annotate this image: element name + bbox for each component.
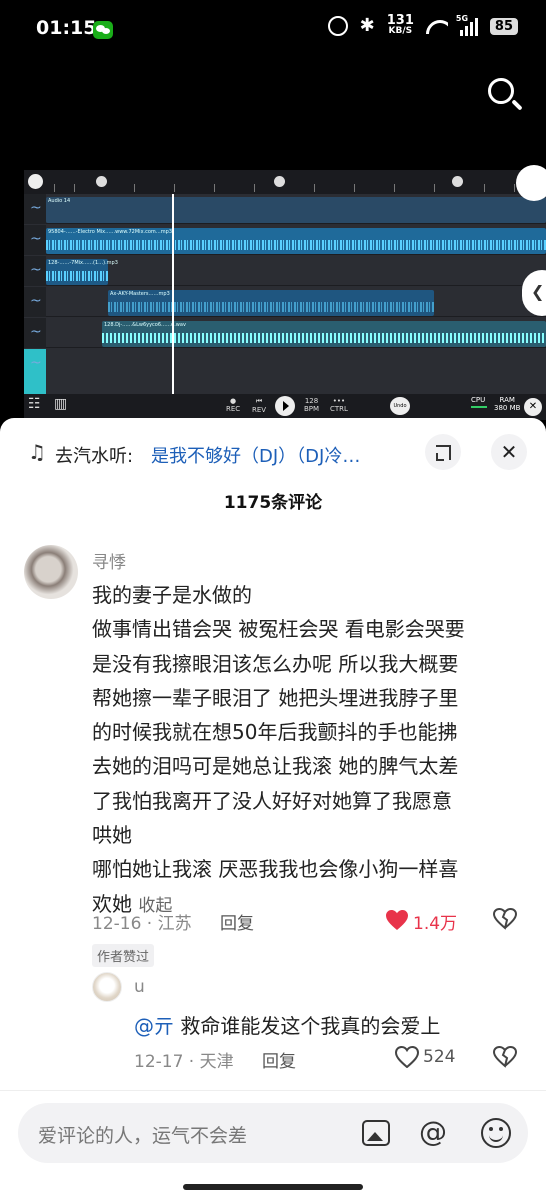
network-type: 5G <box>455 14 469 23</box>
video-player[interactable]: Audio 14 95804-……-Electro Mix……www.72Mix… <box>24 170 546 420</box>
track-row: 128.Dj-……&Lw6yyco6……d.wav <box>46 318 546 348</box>
reply-username[interactable]: u <box>134 977 145 997</box>
search-icon <box>488 78 514 104</box>
comment-count: 1175条评论 <box>223 493 323 513</box>
close-icon: ✕ <box>524 398 542 416</box>
divider <box>0 1090 546 1091</box>
comment-input-bar[interactable]: 爱评论的人，运气不会差 @ <box>18 1103 528 1163</box>
reply-reply-button[interactable]: 回复 <box>262 1047 296 1072</box>
daw-tracks: Audio 14 95804-……-Electro Mix……www.72Mix… <box>24 194 546 394</box>
music-note-icon: ♫ <box>28 440 46 464</box>
comment-text[interactable]: 我的妻子是水做的 做事情出错会哭 被冤枉会哭 看电影会哭要 是没有我擦眼泪该怎么… <box>92 578 522 923</box>
comment-line: 做事情出错会哭 被冤枉会哭 看电影会哭要 <box>92 617 465 642</box>
comment-username[interactable]: 寻悸 <box>92 548 126 573</box>
song-link[interactable]: 是我不够好（DJ）（DJ冷… <box>151 442 411 468</box>
wifi-icon <box>426 18 448 34</box>
daw-logo-icon <box>28 174 43 189</box>
dislike-broken-heart-icon[interactable] <box>493 907 517 931</box>
net-speed: 131 KB/S <box>386 13 414 36</box>
comment-line: 去她的泪吗可是她总让我滚 她的脾气太差 <box>92 754 459 779</box>
net-speed-unit: KB/S <box>388 26 413 36</box>
home-indicator[interactable] <box>183 1184 363 1190</box>
track-icon <box>24 256 46 286</box>
rev-control: ⏮ REV <box>252 397 267 414</box>
floating-bird-icon[interactable] <box>516 165 546 201</box>
signal-icon: 5G <box>456 14 478 36</box>
audio-clip: 128.Dj-……&Lw6yyco6……d.wav <box>102 321 546 347</box>
ctrl-control: ••• CTRL <box>330 397 348 413</box>
rec-control: ● REC <box>226 397 241 413</box>
emoji-icon[interactable] <box>481 1118 511 1148</box>
wechat-icon <box>93 21 113 39</box>
comment-line: 我的妻子是水做的 <box>92 583 252 607</box>
reply-avatar[interactable] <box>92 972 122 1002</box>
comment-line: 是没有我擦眼泪该怎么办呢 所以我大概要 <box>92 651 459 676</box>
status-bar: 01:15 ✱ 131 KB/S 5G 85 <box>0 0 546 62</box>
piano-icon: ▥ <box>54 396 68 412</box>
tempo-control: 128 BPM <box>304 397 320 413</box>
mention-link[interactable]: @亓 <box>134 1014 174 1038</box>
clip-label: Ax-AKY-Masters……mp3 <box>110 291 170 297</box>
sheet-header: ♫ 去汽水听: 是我不够好（DJ）（DJ冷… ✕ <box>0 418 546 490</box>
comment-line: 的时候我就在想50年后我颤抖的手也能拂 <box>92 720 458 745</box>
bluetooth-icon: ✱ <box>359 15 375 36</box>
status-time: 01:15 <box>36 17 97 39</box>
track-icon <box>24 287 46 317</box>
reply-like-heart-icon[interactable] <box>395 1046 419 1068</box>
alarm-icon <box>327 16 348 36</box>
audio-clip: Ax-AKY-Masters……mp3 <box>108 290 434 316</box>
track-icon <box>24 225 46 255</box>
comment-date-location: 12-16 · 江苏 <box>92 914 192 934</box>
reply-like-count: 524 <box>423 1047 456 1067</box>
reply-text-content: 救命谁能发这个我真的会爱上 <box>174 1014 441 1038</box>
expand-icon[interactable] <box>425 434 461 470</box>
reply-button[interactable]: 回复 <box>220 909 254 934</box>
track-row: Ax-AKY-Masters……mp3 <box>46 287 546 317</box>
comment-line: 了我怕我离开了没人好好对她算了我愿意 <box>92 788 452 813</box>
mixer-icon: ☷ <box>28 396 41 412</box>
daw-timeline <box>24 170 546 194</box>
status-icons: ✱ 131 KB/S 5G 85 <box>327 13 518 36</box>
daw-transport: ☷ ▥ ● REC ⏮ REV 128 BPM ••• CTRL Undo CPU RA… <box>24 394 546 420</box>
playhead <box>172 194 174 394</box>
comment-line: 帮她擦一辈子眼泪了 她把头埋进我脖子里 <box>92 685 459 710</box>
comment-line: 哪怕她让我滚 厌恶我我也会像小狗一样喜 <box>92 857 459 882</box>
clip-label: Audio 14 <box>48 198 71 204</box>
track-row: Audio 14 <box>46 194 546 224</box>
track-row: 128-……-7Mix……(1…).mp3 <box>46 256 546 286</box>
audio-clip: 128-……-7Mix……(1…).mp3 <box>46 259 118 285</box>
timeline-marker <box>452 176 463 187</box>
clip-label: 95804-……-Electro Mix……www.72Mix.com…mp3 <box>48 229 173 235</box>
timeline-marker <box>274 176 285 187</box>
ram-meter: RAM 380 MB <box>494 396 521 412</box>
reply-dislike-broken-heart-icon[interactable] <box>493 1045 517 1069</box>
track-icon <box>24 194 46 224</box>
net-speed-value: 131 <box>386 13 414 28</box>
battery-icon: 85 <box>489 17 518 35</box>
comment-line: 哄她 <box>92 823 132 848</box>
like-count: 1.4万 <box>413 914 458 934</box>
clip-label: 128-……-7Mix……(1…).mp3 <box>48 260 118 266</box>
timeline-marker <box>96 176 107 187</box>
track-row: 95804-……-Electro Mix……www.72Mix.com…mp3 <box>46 225 546 255</box>
audio-clip: 95804-……-Electro Mix……www.72Mix.com…mp3 <box>46 228 546 254</box>
like-heart-icon[interactable] <box>385 909 409 931</box>
cpu-meter: CPU <box>471 396 487 408</box>
search-button[interactable] <box>486 76 524 114</box>
comment-input-placeholder[interactable]: 爱评论的人，运气不会差 <box>38 1121 247 1148</box>
reply-date-location: 12-17 · 天津 <box>134 1052 234 1072</box>
reply-text[interactable]: @亓 救命谁能发这个我真的会爱上 <box>134 1010 440 1039</box>
undo-icon: Undo <box>390 397 410 415</box>
song-prefix: 去汽水听: <box>55 446 134 467</box>
image-icon[interactable] <box>362 1120 390 1146</box>
audio-clip: Audio 14 <box>46 197 546 223</box>
close-icon[interactable]: ✕ <box>491 434 527 470</box>
track-icon <box>24 318 46 348</box>
avatar[interactable] <box>24 545 78 599</box>
author-liked-badge: 作者赞过 <box>92 944 155 967</box>
at-icon[interactable]: @ <box>419 1115 447 1148</box>
play-icon <box>275 396 295 416</box>
track-icon-active <box>24 349 46 394</box>
